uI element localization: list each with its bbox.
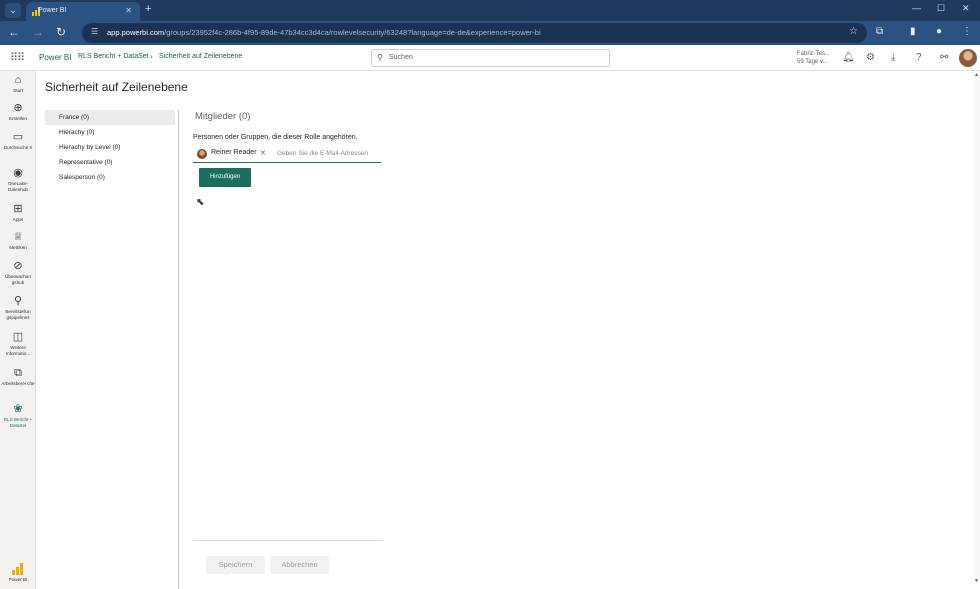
- nav-item-workspaces[interactable]: ⧉ Arbeitsberei che: [0, 367, 36, 387]
- powerbi-logo-icon: [12, 563, 24, 575]
- left-navigation: ⌂ Start ⊕ Erstellen ▭ Durchsuche n ◉ One…: [0, 71, 36, 589]
- apps-icon: ⊞: [13, 203, 23, 215]
- nav-item-apps[interactable]: ⊞ Apps: [0, 203, 36, 223]
- download-icon[interactable]: ⤓: [891, 52, 895, 63]
- scroll-up-icon[interactable]: ▲: [974, 72, 979, 78]
- tab-title: Power BI: [38, 7, 67, 14]
- trial-line-1: Fabric-Tes...: [797, 51, 831, 57]
- tab-search-button[interactable]: ⌄: [5, 3, 21, 18]
- browser-tab-bar: ⌄ Power BI ✕ + — ☐ ✕: [0, 0, 980, 21]
- nav-label: RLS Bericht + DataSet: [3, 417, 33, 428]
- nav-item-rls-dataset[interactable]: ❀ RLS Bericht + DataSet: [0, 403, 36, 429]
- workspace-icon: ⧉: [14, 367, 22, 379]
- nav-label: Erstellen: [9, 116, 27, 121]
- footer-divider: [193, 540, 383, 541]
- reload-icon[interactable]: ↻: [56, 25, 66, 39]
- home-icon: ⌂: [14, 74, 22, 86]
- nav-label: Metriken: [9, 245, 27, 250]
- search-placeholder: Suchen: [389, 54, 413, 61]
- search-icon: ⚲: [377, 53, 383, 62]
- nav-item-pipelines[interactable]: ⚲ Bereitstellun gspipelines: [0, 295, 36, 321]
- nav-label: Arbeitsberei che: [1, 381, 35, 386]
- sidepanel-icon[interactable]: ▮: [910, 26, 916, 37]
- help-icon[interactable]: ?: [916, 52, 922, 63]
- bell-icon[interactable]: 🔔︎: [842, 52, 855, 63]
- breadcrumb-current: Sicherheit auf Zeilenebene: [159, 53, 243, 60]
- nav-item-onelake[interactable]: ◉ OneLake-Datenhub: [0, 167, 36, 193]
- nav-label: Start: [13, 88, 23, 93]
- members-description: Personen oder Gruppen, die dieser Rolle …: [193, 134, 358, 141]
- nav-label: Weitere Informatio...: [5, 345, 31, 356]
- forward-icon[interactable]: →: [32, 25, 44, 39]
- nav-label: Überwachun gshub: [5, 274, 31, 285]
- avatar[interactable]: [959, 49, 977, 67]
- role-item[interactable]: Hierachy by Level (0): [45, 140, 175, 155]
- chip-avatar: [197, 149, 207, 159]
- onelake-icon: ◉: [13, 167, 23, 179]
- bookmark-star-icon[interactable]: ☆: [849, 26, 858, 37]
- members-title: Mitglieder (0): [195, 111, 251, 122]
- gear-icon[interactable]: ⚙: [866, 52, 875, 63]
- share-icon[interactable]: ⚯: [940, 52, 948, 63]
- scroll-down-icon[interactable]: ▼: [974, 578, 979, 584]
- add-button[interactable]: Hinzufügen: [199, 168, 251, 187]
- extensions-icon[interactable]: ⧉: [876, 26, 883, 37]
- browser-toolbar: ← → ↻ ☰ app.powerbi.com/groups/23952f4c-…: [0, 21, 980, 45]
- brand-label[interactable]: Power BI: [39, 53, 71, 62]
- monitor-icon: ⊘: [13, 260, 23, 272]
- tab-close-icon[interactable]: ✕: [125, 6, 132, 15]
- email-input[interactable]: Geben Sie die E-Mail-Adressen: [277, 150, 368, 157]
- site-info-icon[interactable]: ☰: [91, 27, 98, 36]
- remove-chip-icon[interactable]: ✕: [260, 149, 266, 157]
- url-text: app.powerbi.com/groups/23952f4c-286b-4f9…: [107, 28, 541, 37]
- role-item[interactable]: Hierachy (0): [45, 125, 175, 140]
- trial-status[interactable]: Fabric-Tes... 59 Tage v...: [797, 50, 833, 66]
- minimize-icon[interactable]: —: [912, 3, 921, 13]
- page-scrollbar[interactable]: [974, 71, 980, 581]
- close-window-icon[interactable]: ✕: [962, 3, 970, 14]
- nav-item-monitoring[interactable]: ⊘ Überwachun gshub: [0, 260, 36, 286]
- nav-item-start[interactable]: ⌂ Start: [0, 74, 36, 94]
- nav-item-powerbi[interactable]: Power BI: [0, 576, 36, 583]
- new-tab-icon[interactable]: +: [145, 3, 151, 15]
- trophy-icon: ♕: [13, 231, 23, 243]
- app-launcher-icon[interactable]: ⠿⠿: [10, 51, 25, 64]
- role-list: France (0) Hierachy (0) Hierachy by Leve…: [45, 110, 175, 185]
- powerbi-header: ⠿⠿ Power BI RLS Bericht + DataSet › Sich…: [0, 45, 980, 71]
- rocket-icon: ⚲: [13, 295, 23, 307]
- breadcrumb-chevron-icon: ›: [150, 52, 153, 61]
- browser-menu-icon[interactable]: ⋮: [962, 26, 972, 37]
- plus-icon: ⊕: [13, 102, 23, 114]
- role-item[interactable]: Representative (0): [45, 155, 175, 170]
- trial-line-2: 59 Tage v...: [797, 59, 828, 65]
- dataset-icon: ❀: [13, 403, 23, 415]
- nav-item-create[interactable]: ⊕ Erstellen: [0, 102, 36, 122]
- save-button[interactable]: Speichern: [206, 556, 265, 574]
- nav-item-browse[interactable]: ▭ Durchsuche n: [0, 131, 36, 151]
- nav-item-learn[interactable]: ◫ Weitere Informatio...: [0, 331, 36, 357]
- member-chip-name: Reiner Reader: [211, 149, 257, 156]
- nav-label: Durchsuche n: [3, 145, 33, 150]
- role-item[interactable]: Salesperson (0): [45, 170, 175, 185]
- nav-item-metrics[interactable]: ♕ Metriken: [0, 231, 36, 251]
- nav-label: OneLake-Datenhub: [7, 181, 29, 192]
- profile-icon[interactable]: ●: [936, 26, 942, 37]
- maximize-icon[interactable]: ☐: [937, 3, 945, 14]
- nav-label: Apps: [12, 217, 24, 222]
- member-picker[interactable]: Reiner Reader ✕ Geben Sie die E-Mail-Adr…: [193, 145, 381, 163]
- role-item[interactable]: France (0): [45, 110, 175, 125]
- mouse-cursor-icon: ⬉: [196, 197, 205, 208]
- search-box[interactable]: ⚲ Suchen: [371, 49, 610, 67]
- address-bar[interactable]: ☰ app.powerbi.com/groups/23952f4c-286b-4…: [82, 23, 867, 43]
- panel-divider: [178, 110, 179, 589]
- back-icon[interactable]: ←: [8, 25, 20, 39]
- page-title: Sicherheit auf Zeilenebene: [45, 80, 188, 94]
- nav-label: Power BI: [8, 577, 28, 582]
- book-icon: ◫: [12, 331, 24, 343]
- browser-tab[interactable]: Power BI ✕: [26, 2, 140, 21]
- cancel-button[interactable]: Abbrechen: [270, 556, 329, 574]
- folder-icon: ▭: [12, 131, 24, 143]
- breadcrumb-workspace[interactable]: RLS Bericht + DataSet: [78, 53, 149, 60]
- nav-label: Bereitstellun gspipelines: [5, 309, 31, 320]
